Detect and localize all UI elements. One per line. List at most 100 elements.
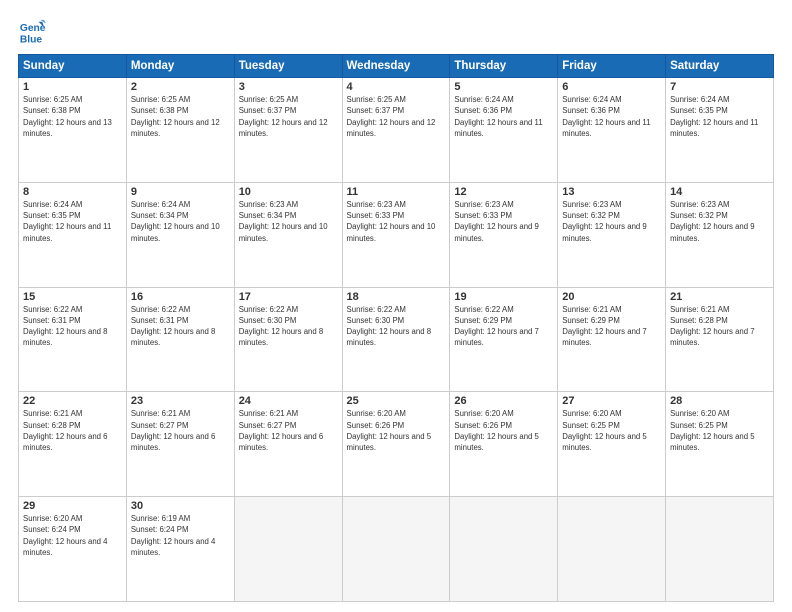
column-header-sunday: Sunday (19, 55, 127, 78)
calendar-cell: 17Sunrise: 6:22 AMSunset: 6:30 PMDayligh… (234, 287, 342, 392)
header: General Blue (18, 18, 774, 46)
calendar-cell: 29Sunrise: 6:20 AMSunset: 6:24 PMDayligh… (19, 497, 127, 602)
calendar-cell (558, 497, 666, 602)
day-number: 22 (23, 395, 122, 407)
calendar-cell: 3Sunrise: 6:25 AMSunset: 6:37 PMDaylight… (234, 78, 342, 183)
day-number: 23 (131, 395, 230, 407)
calendar-cell: 30Sunrise: 6:19 AMSunset: 6:24 PMDayligh… (126, 497, 234, 602)
calendar-cell (234, 497, 342, 602)
day-number: 7 (670, 81, 769, 93)
calendar-cell (342, 497, 450, 602)
calendar-week-4: 22Sunrise: 6:21 AMSunset: 6:28 PMDayligh… (19, 392, 774, 497)
calendar-cell: 19Sunrise: 6:22 AMSunset: 6:29 PMDayligh… (450, 287, 558, 392)
day-number: 27 (562, 395, 661, 407)
day-number: 14 (670, 186, 769, 198)
day-number: 16 (131, 291, 230, 303)
day-detail: Sunrise: 6:25 AMSunset: 6:38 PMDaylight:… (131, 94, 230, 139)
day-detail: Sunrise: 6:22 AMSunset: 6:30 PMDaylight:… (239, 304, 338, 349)
calendar-cell: 13Sunrise: 6:23 AMSunset: 6:32 PMDayligh… (558, 182, 666, 287)
column-header-thursday: Thursday (450, 55, 558, 78)
day-detail: Sunrise: 6:24 AMSunset: 6:36 PMDaylight:… (454, 94, 553, 139)
day-detail: Sunrise: 6:20 AMSunset: 6:26 PMDaylight:… (454, 408, 553, 453)
calendar-cell: 24Sunrise: 6:21 AMSunset: 6:27 PMDayligh… (234, 392, 342, 497)
day-detail: Sunrise: 6:22 AMSunset: 6:29 PMDaylight:… (454, 304, 553, 349)
calendar-cell: 27Sunrise: 6:20 AMSunset: 6:25 PMDayligh… (558, 392, 666, 497)
page: General Blue SundayMondayTuesdayWednesda… (0, 0, 792, 612)
day-detail: Sunrise: 6:22 AMSunset: 6:30 PMDaylight:… (347, 304, 446, 349)
calendar-cell: 11Sunrise: 6:23 AMSunset: 6:33 PMDayligh… (342, 182, 450, 287)
day-detail: Sunrise: 6:20 AMSunset: 6:25 PMDaylight:… (562, 408, 661, 453)
calendar-cell: 20Sunrise: 6:21 AMSunset: 6:29 PMDayligh… (558, 287, 666, 392)
calendar-cell: 4Sunrise: 6:25 AMSunset: 6:37 PMDaylight… (342, 78, 450, 183)
calendar-week-5: 29Sunrise: 6:20 AMSunset: 6:24 PMDayligh… (19, 497, 774, 602)
day-detail: Sunrise: 6:19 AMSunset: 6:24 PMDaylight:… (131, 513, 230, 558)
calendar-cell: 21Sunrise: 6:21 AMSunset: 6:28 PMDayligh… (666, 287, 774, 392)
day-detail: Sunrise: 6:21 AMSunset: 6:28 PMDaylight:… (23, 408, 122, 453)
day-number: 13 (562, 186, 661, 198)
day-number: 18 (347, 291, 446, 303)
calendar-cell (666, 497, 774, 602)
day-detail: Sunrise: 6:20 AMSunset: 6:24 PMDaylight:… (23, 513, 122, 558)
svg-text:Blue: Blue (20, 34, 43, 45)
day-number: 20 (562, 291, 661, 303)
logo-icon: General Blue (18, 18, 46, 46)
calendar-header-row: SundayMondayTuesdayWednesdayThursdayFrid… (19, 55, 774, 78)
calendar-cell: 1Sunrise: 6:25 AMSunset: 6:38 PMDaylight… (19, 78, 127, 183)
day-detail: Sunrise: 6:24 AMSunset: 6:36 PMDaylight:… (562, 94, 661, 139)
calendar-cell: 14Sunrise: 6:23 AMSunset: 6:32 PMDayligh… (666, 182, 774, 287)
day-number: 3 (239, 81, 338, 93)
calendar-cell: 28Sunrise: 6:20 AMSunset: 6:25 PMDayligh… (666, 392, 774, 497)
calendar-cell: 5Sunrise: 6:24 AMSunset: 6:36 PMDaylight… (450, 78, 558, 183)
calendar-cell: 15Sunrise: 6:22 AMSunset: 6:31 PMDayligh… (19, 287, 127, 392)
day-detail: Sunrise: 6:25 AMSunset: 6:37 PMDaylight:… (347, 94, 446, 139)
day-detail: Sunrise: 6:24 AMSunset: 6:35 PMDaylight:… (23, 199, 122, 244)
logo: General Blue (18, 18, 52, 46)
day-number: 15 (23, 291, 122, 303)
column-header-tuesday: Tuesday (234, 55, 342, 78)
calendar-cell: 23Sunrise: 6:21 AMSunset: 6:27 PMDayligh… (126, 392, 234, 497)
day-number: 21 (670, 291, 769, 303)
day-detail: Sunrise: 6:24 AMSunset: 6:35 PMDaylight:… (670, 94, 769, 139)
day-number: 29 (23, 500, 122, 512)
day-number: 6 (562, 81, 661, 93)
day-detail: Sunrise: 6:25 AMSunset: 6:38 PMDaylight:… (23, 94, 122, 139)
column-header-monday: Monday (126, 55, 234, 78)
day-number: 11 (347, 186, 446, 198)
day-number: 4 (347, 81, 446, 93)
day-number: 9 (131, 186, 230, 198)
calendar-cell: 9Sunrise: 6:24 AMSunset: 6:34 PMDaylight… (126, 182, 234, 287)
calendar-week-1: 1Sunrise: 6:25 AMSunset: 6:38 PMDaylight… (19, 78, 774, 183)
calendar-cell: 6Sunrise: 6:24 AMSunset: 6:36 PMDaylight… (558, 78, 666, 183)
day-number: 5 (454, 81, 553, 93)
day-number: 10 (239, 186, 338, 198)
day-detail: Sunrise: 6:20 AMSunset: 6:26 PMDaylight:… (347, 408, 446, 453)
calendar-cell: 8Sunrise: 6:24 AMSunset: 6:35 PMDaylight… (19, 182, 127, 287)
day-detail: Sunrise: 6:22 AMSunset: 6:31 PMDaylight:… (23, 304, 122, 349)
day-detail: Sunrise: 6:21 AMSunset: 6:28 PMDaylight:… (670, 304, 769, 349)
day-number: 24 (239, 395, 338, 407)
day-number: 26 (454, 395, 553, 407)
day-detail: Sunrise: 6:24 AMSunset: 6:34 PMDaylight:… (131, 199, 230, 244)
calendar-cell: 10Sunrise: 6:23 AMSunset: 6:34 PMDayligh… (234, 182, 342, 287)
day-number: 2 (131, 81, 230, 93)
day-number: 30 (131, 500, 230, 512)
calendar-cell: 25Sunrise: 6:20 AMSunset: 6:26 PMDayligh… (342, 392, 450, 497)
calendar-cell: 7Sunrise: 6:24 AMSunset: 6:35 PMDaylight… (666, 78, 774, 183)
calendar-week-2: 8Sunrise: 6:24 AMSunset: 6:35 PMDaylight… (19, 182, 774, 287)
day-detail: Sunrise: 6:23 AMSunset: 6:32 PMDaylight:… (562, 199, 661, 244)
day-detail: Sunrise: 6:23 AMSunset: 6:34 PMDaylight:… (239, 199, 338, 244)
day-detail: Sunrise: 6:20 AMSunset: 6:25 PMDaylight:… (670, 408, 769, 453)
day-number: 19 (454, 291, 553, 303)
day-detail: Sunrise: 6:21 AMSunset: 6:29 PMDaylight:… (562, 304, 661, 349)
column-header-wednesday: Wednesday (342, 55, 450, 78)
calendar-cell: 2Sunrise: 6:25 AMSunset: 6:38 PMDaylight… (126, 78, 234, 183)
calendar-cell (450, 497, 558, 602)
day-detail: Sunrise: 6:22 AMSunset: 6:31 PMDaylight:… (131, 304, 230, 349)
day-detail: Sunrise: 6:23 AMSunset: 6:33 PMDaylight:… (347, 199, 446, 244)
day-number: 8 (23, 186, 122, 198)
day-detail: Sunrise: 6:23 AMSunset: 6:33 PMDaylight:… (454, 199, 553, 244)
day-detail: Sunrise: 6:25 AMSunset: 6:37 PMDaylight:… (239, 94, 338, 139)
calendar-cell: 22Sunrise: 6:21 AMSunset: 6:28 PMDayligh… (19, 392, 127, 497)
day-number: 1 (23, 81, 122, 93)
calendar-cell: 18Sunrise: 6:22 AMSunset: 6:30 PMDayligh… (342, 287, 450, 392)
